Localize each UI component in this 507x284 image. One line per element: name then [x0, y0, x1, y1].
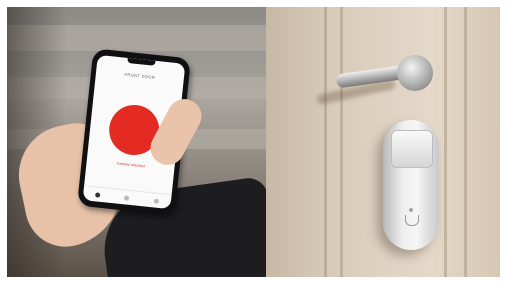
door-handle-rose: [397, 55, 433, 91]
tab-settings-icon[interactable]: [153, 197, 160, 204]
left-photo: FRONT DOOR Tuesday unlocked: [7, 7, 280, 277]
right-photo: [266, 7, 500, 277]
app-screen-title: FRONT DOOR: [124, 71, 156, 80]
app-tab-bar: [82, 185, 172, 210]
door-panel-line: [324, 7, 327, 277]
smart-lock-led: [409, 208, 413, 212]
smart-lock-device: [383, 120, 439, 250]
image-frame: FRONT DOOR Tuesday unlocked: [7, 7, 500, 277]
door-panel-line: [464, 7, 467, 277]
tab-home-icon[interactable]: [95, 191, 101, 198]
door-panel-line: [444, 7, 447, 277]
smart-lock-knob: [391, 130, 433, 168]
door-panel-line: [340, 7, 343, 277]
smart-lock-logo-icon: [405, 215, 419, 226]
phone-notch: [127, 57, 156, 66]
tab-activity-icon[interactable]: [124, 194, 130, 201]
